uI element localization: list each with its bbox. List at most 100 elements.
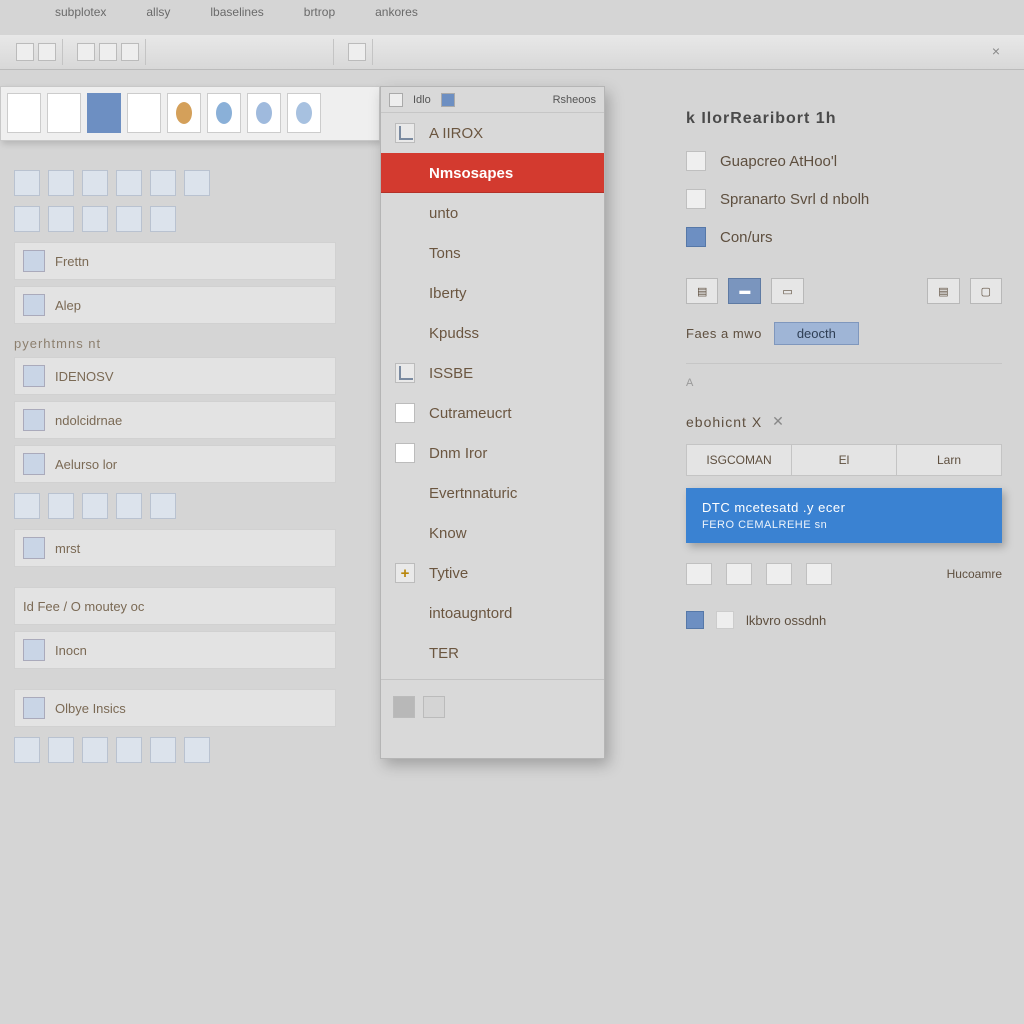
segment[interactable]: Larn bbox=[897, 444, 1002, 476]
mini-toolbar: ▤ ▬ ▭ ▤ ▢ bbox=[686, 278, 1002, 304]
tool-button[interactable]: ▢ bbox=[970, 278, 1002, 304]
menu-item[interactable]: TER bbox=[381, 633, 604, 673]
thumbnail[interactable] bbox=[167, 93, 201, 133]
menu-item[interactable]: intoaugntord bbox=[381, 593, 604, 633]
pair-pill[interactable]: deocth bbox=[774, 322, 859, 345]
row-icon bbox=[686, 227, 706, 247]
list-item[interactable]: Id Fee / O moutey oc bbox=[14, 587, 336, 625]
segment[interactable]: ISGCOMAN bbox=[686, 444, 792, 476]
menu-item[interactable]: unto bbox=[381, 193, 604, 233]
menu-item[interactable]: Know bbox=[381, 513, 604, 553]
swatch[interactable] bbox=[726, 563, 752, 585]
menu-item[interactable]: Tytive bbox=[381, 553, 604, 593]
thumbnail[interactable] bbox=[7, 93, 41, 133]
menu-item[interactable]: Evertnnaturic bbox=[381, 473, 604, 513]
menu-item-label: TER bbox=[429, 645, 459, 662]
dropdown-menu: Idlo Rsheoos A IIROXNmsosapes unto Tons Ibe… bbox=[380, 86, 605, 759]
menu-item[interactable]: subplotex bbox=[55, 5, 106, 29]
menu-item[interactable]: Tons bbox=[381, 233, 604, 273]
swatch[interactable] bbox=[423, 696, 445, 718]
list-item[interactable]: Inocn bbox=[14, 631, 336, 669]
menu-item-label: Tons bbox=[429, 245, 461, 262]
section-sub: ebohicnt X✕ bbox=[686, 413, 1002, 430]
thumbnail[interactable] bbox=[47, 93, 81, 133]
tooltip-line: FERO CEMALREHE sn bbox=[702, 519, 986, 531]
tool-button[interactable]: ▤ bbox=[927, 278, 959, 304]
list-item[interactable]: IDENOSV bbox=[14, 357, 336, 395]
list-item[interactable]: Frettn bbox=[14, 242, 336, 280]
label-value-pair: Faes a mwo deocth bbox=[686, 322, 1002, 345]
swatch[interactable] bbox=[806, 563, 832, 585]
footer-label: lkbvro ossdnh bbox=[746, 613, 826, 628]
menu-item[interactable]: brtrop bbox=[304, 5, 335, 29]
icon-row bbox=[14, 170, 336, 196]
ribbon-button[interactable] bbox=[16, 43, 34, 61]
menu-item-label: Cutrameucrt bbox=[429, 405, 512, 422]
row-icon bbox=[686, 189, 706, 209]
property-row[interactable]: Guapcreo AtHoo'l bbox=[686, 142, 1002, 180]
list-item[interactable]: Olbye Insics bbox=[14, 689, 336, 727]
item-icon bbox=[23, 639, 45, 661]
menu-item[interactable]: Cutrameucrt bbox=[381, 393, 604, 433]
menu-item[interactable]: lbaselines bbox=[210, 5, 263, 29]
panel-title: k IlorRearibort 1h bbox=[686, 110, 1002, 128]
list-item[interactable]: ndolcidrnae bbox=[14, 401, 336, 439]
item-icon bbox=[23, 294, 45, 316]
tooltip-line: DTC mcetesatd .y ecer bbox=[702, 500, 986, 515]
footer-row[interactable]: lkbvro ossdnh bbox=[686, 611, 1002, 629]
list-item[interactable]: mrst bbox=[14, 529, 336, 567]
menu-item[interactable]: ISSBE bbox=[381, 353, 604, 393]
thumbnail[interactable] bbox=[247, 93, 281, 133]
swatch-label: Hucoamre bbox=[947, 567, 1002, 581]
ribbon-button[interactable] bbox=[38, 43, 56, 61]
thumbnail[interactable] bbox=[207, 93, 241, 133]
page-icon bbox=[395, 443, 415, 463]
color-swatch[interactable] bbox=[716, 611, 734, 629]
item-icon bbox=[23, 365, 45, 387]
thumbnail-selected[interactable] bbox=[87, 93, 121, 133]
ribbon-toolbar: × bbox=[0, 35, 1024, 70]
menu-item[interactable]: A IIROX bbox=[381, 113, 604, 153]
menu-item-label: Dnm Iror bbox=[429, 445, 487, 462]
menu-item[interactable]: ankores bbox=[375, 5, 418, 29]
swatch[interactable] bbox=[766, 563, 792, 585]
item-icon bbox=[23, 697, 45, 719]
tool-button[interactable]: ▭ bbox=[771, 278, 803, 304]
property-row[interactable]: Con/urs bbox=[686, 218, 1002, 256]
menu-item[interactable]: Nmsosapes bbox=[381, 153, 604, 193]
menu-item-label: unto bbox=[429, 205, 458, 222]
item-icon bbox=[23, 453, 45, 475]
menu-item[interactable]: Iberty bbox=[381, 273, 604, 313]
swatch[interactable] bbox=[393, 696, 415, 718]
swatch[interactable] bbox=[686, 563, 712, 585]
menu-item-label: ISSBE bbox=[429, 365, 473, 382]
segmented-control[interactable]: ISGCOMAN El Larn bbox=[686, 444, 1002, 476]
menu-item[interactable]: Kpudss bbox=[381, 313, 604, 353]
catalog-panel: Frettn Alep pyerhtmns nt IDENOSV ndolcid… bbox=[0, 150, 350, 783]
menubar: subplotex allsy lbaselines brtrop ankore… bbox=[0, 5, 1024, 29]
ribbon-button[interactable] bbox=[99, 43, 117, 61]
property-row[interactable]: Spranarto Svrl d nbolh bbox=[686, 180, 1002, 218]
segment[interactable]: El bbox=[792, 444, 897, 476]
clear-icon[interactable]: ✕ bbox=[772, 413, 785, 430]
marker: A bbox=[686, 377, 693, 389]
ribbon-button[interactable] bbox=[121, 43, 139, 61]
tool-button[interactable]: ▤ bbox=[686, 278, 718, 304]
thumbnail[interactable] bbox=[287, 93, 321, 133]
menu-item-label: intoaugntord bbox=[429, 605, 512, 622]
close-icon[interactable]: × bbox=[988, 44, 1004, 60]
tool-button[interactable]: ▬ bbox=[728, 278, 761, 304]
list-item[interactable]: Alep bbox=[14, 286, 336, 324]
menu-header: Idlo Rsheoos bbox=[381, 87, 604, 113]
menu-item[interactable]: Dnm Iror bbox=[381, 433, 604, 473]
inspector-panel: k IlorRearibort 1h Guapcreo AtHoo'l Spra… bbox=[664, 100, 1024, 1024]
ribbon-button[interactable] bbox=[77, 43, 95, 61]
menu-footer bbox=[381, 686, 604, 728]
menu-item[interactable]: allsy bbox=[146, 5, 170, 29]
item-icon bbox=[23, 537, 45, 559]
thumbnail[interactable] bbox=[127, 93, 161, 133]
ribbon-button[interactable] bbox=[348, 43, 366, 61]
color-swatch[interactable] bbox=[686, 611, 704, 629]
icon-row bbox=[14, 206, 336, 232]
list-item[interactable]: Aelurso lor bbox=[14, 445, 336, 483]
